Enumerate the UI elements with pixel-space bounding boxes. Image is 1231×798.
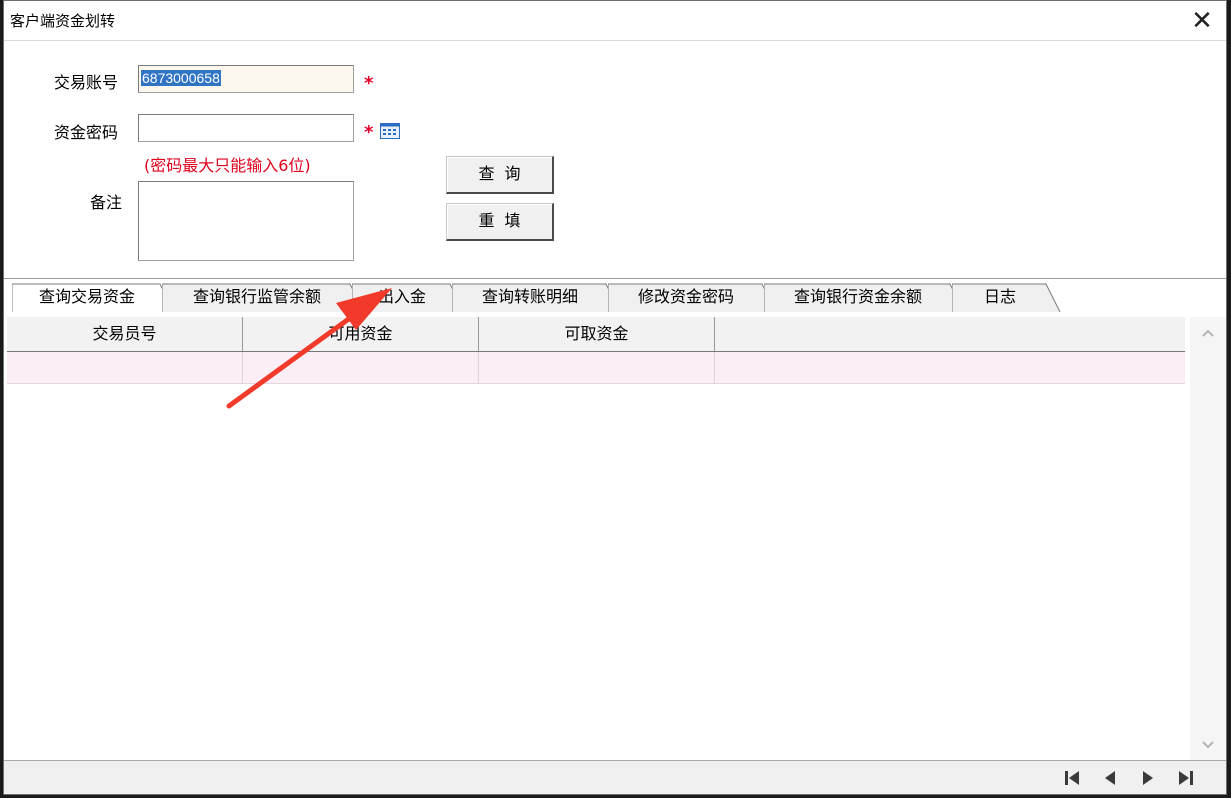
title-bar: 客户端资金划转 ✕	[4, 1, 1226, 41]
remark-textarea[interactable]	[138, 181, 354, 261]
tab-label: 出入金	[377, 287, 426, 306]
query-button[interactable]: 查询	[446, 156, 554, 194]
last-page-icon[interactable]	[1174, 767, 1198, 789]
tab-deposit-withdraw[interactable]: 出入金	[352, 283, 465, 313]
cell-available-funds	[243, 352, 479, 383]
tab-label: 查询银行监管余额	[192, 287, 321, 306]
tab-strip: 查询交易资金 查询银行监管余额 出入金 查询转账明细 修改资金密码 查询银行资金余额 日志	[4, 278, 1226, 313]
tab-log[interactable]: 日志	[952, 283, 1061, 313]
reset-button[interactable]: 重填	[446, 203, 554, 241]
tab-query-bank-fund-balance[interactable]: 查询银行资金余额	[764, 283, 965, 313]
column-header-trader-id[interactable]: 交易员号	[7, 317, 243, 351]
tab-label: 修改资金密码	[637, 287, 734, 306]
account-input[interactable]: 6873000658	[138, 65, 354, 93]
prev-page-icon[interactable]	[1098, 767, 1122, 789]
tab-query-trading-funds[interactable]: 查询交易资金	[12, 283, 175, 313]
tab-query-bank-supervised-balance[interactable]: 查询银行监管余额	[162, 283, 365, 313]
scroll-down-icon[interactable]	[1200, 737, 1216, 753]
column-header-filler	[715, 317, 1185, 351]
password-required-mark: *	[364, 122, 374, 143]
grid-header: 交易员号 可用资金 可取资金	[7, 317, 1185, 352]
column-header-available-funds[interactable]: 可用资金	[243, 317, 479, 351]
password-input[interactable]	[138, 114, 354, 142]
next-page-icon[interactable]	[1136, 767, 1160, 789]
account-value: 6873000658	[141, 70, 221, 86]
cell-trader-id	[7, 352, 243, 383]
password-hint: (密码最大只能输入6位)	[144, 156, 311, 175]
close-icon[interactable]: ✕	[1186, 5, 1218, 37]
tab-query-transfer-details[interactable]: 查询转账明细	[452, 283, 621, 313]
tab-label: 日志	[983, 287, 1016, 306]
account-required-mark: *	[364, 73, 374, 94]
window-title: 客户端资金划转	[10, 12, 116, 30]
vertical-scrollbar[interactable]	[1190, 317, 1226, 760]
account-label: 交易账号	[54, 73, 119, 92]
table-row[interactable]	[7, 352, 1185, 384]
remark-label: 备注	[90, 193, 123, 212]
tab-label: 查询银行资金余额	[793, 287, 922, 306]
cell-withdrawable-funds	[479, 352, 715, 383]
tab-label: 查询转账明细	[481, 287, 578, 306]
data-grid: 交易员号 可用资金 可取资金	[4, 312, 1226, 760]
first-page-icon[interactable]	[1060, 767, 1084, 789]
column-header-withdrawable-funds[interactable]: 可取资金	[479, 317, 715, 351]
scroll-up-icon[interactable]	[1200, 325, 1216, 341]
fund-transfer-window: 客户端资金划转 ✕ 交易账号 6873000658 * 资金密码 * (密码最大…	[3, 0, 1227, 795]
cell-filler	[715, 352, 1185, 383]
tab-change-fund-password[interactable]: 修改资金密码	[608, 283, 777, 313]
keyboard-icon[interactable]	[380, 122, 400, 140]
record-navigator	[4, 760, 1226, 794]
tab-label: 查询交易资金	[38, 287, 135, 306]
password-label: 资金密码	[54, 123, 119, 142]
